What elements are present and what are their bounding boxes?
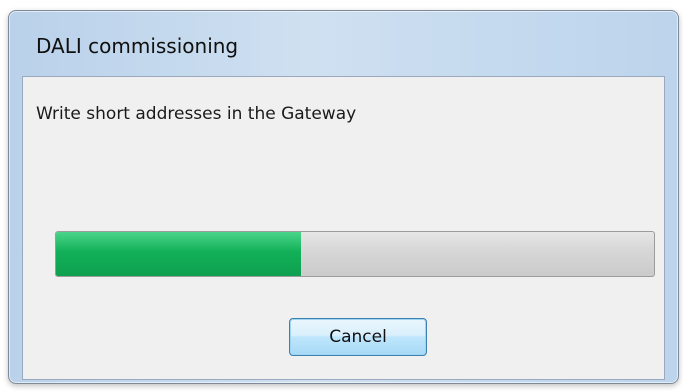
cancel-button[interactable]: Cancel: [289, 318, 427, 356]
window-title: DALI commissioning: [36, 34, 239, 58]
status-message: Write short addresses in the Gateway: [36, 104, 357, 124]
title-bar[interactable]: DALI commissioning: [9, 11, 678, 71]
progress-bar-fill: [56, 232, 302, 276]
progress-bar: [55, 231, 655, 277]
